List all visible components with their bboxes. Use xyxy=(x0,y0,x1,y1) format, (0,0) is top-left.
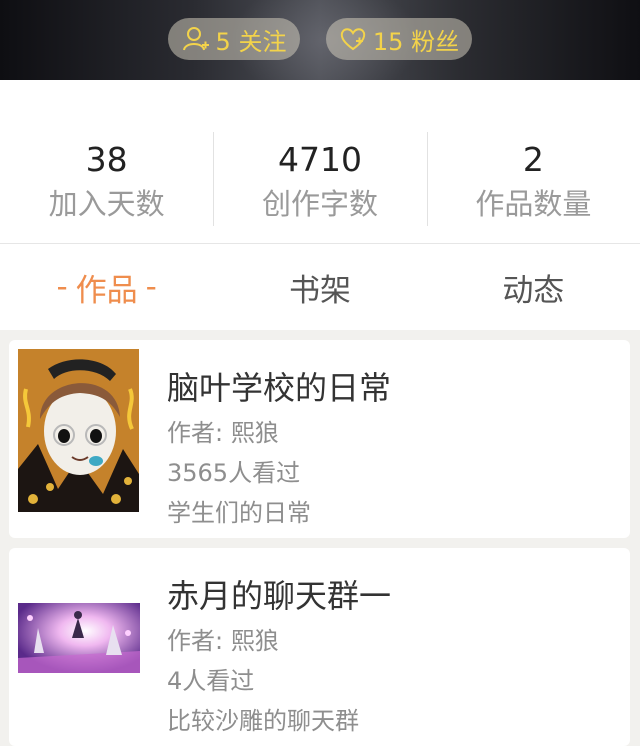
fans-button[interactable]: 15 粉丝 xyxy=(326,18,472,60)
work-card[interactable]: 脑叶学校的日常 作者: 熙狼 3565人看过 学生们的日常 xyxy=(9,340,630,538)
stat-label: 创作字数 xyxy=(261,187,378,221)
work-title[interactable]: 赤月的聊天群一 xyxy=(167,574,391,618)
stats-bar: 38 加入天数 4710 创作字数 2 作品数量 xyxy=(0,80,640,244)
work-description: 比较沙雕的聊天群 xyxy=(167,707,359,735)
stat-work-count: 2 作品数量 xyxy=(426,80,640,243)
work-info: 脑叶学校的日常 作者: 熙狼 3565人看过 学生们的日常 xyxy=(167,366,391,532)
stat-label: 加入天数 xyxy=(48,187,165,221)
profile-header: 5 关注 15 粉丝 xyxy=(0,0,640,80)
stat-value: 2 xyxy=(522,140,544,179)
work-views: 3565人看过 xyxy=(167,459,301,487)
tab-works[interactable]: - 作品 - xyxy=(0,244,213,330)
following-button[interactable]: 5 关注 xyxy=(168,18,300,60)
person-add-icon xyxy=(182,27,209,51)
stat-word-count: 4710 创作字数 xyxy=(213,80,426,243)
profile-tabs: - 作品 - 书架 动态 xyxy=(0,244,640,330)
work-author: 作者: 熙狼 xyxy=(167,627,279,655)
tab-label: 作品 xyxy=(75,272,138,309)
stat-value: 38 xyxy=(85,140,128,179)
stat-value: 4710 xyxy=(278,140,362,179)
work-title[interactable]: 脑叶学校的日常 xyxy=(167,366,391,410)
fans-count: 15 粉丝 xyxy=(372,27,460,56)
work-cover-image[interactable] xyxy=(18,603,140,673)
tab-dash-right: - xyxy=(145,269,157,305)
stat-label: 作品数量 xyxy=(475,187,592,221)
work-views: 4人看过 xyxy=(167,667,255,695)
tab-dash-left: - xyxy=(56,269,68,305)
work-description: 学生们的日常 xyxy=(167,499,311,527)
tab-bookshelf[interactable]: 书架 xyxy=(213,244,426,330)
work-author: 作者: 熙狼 xyxy=(167,419,279,447)
tab-label: 动态 xyxy=(502,272,565,309)
stat-join-days: 38 加入天数 xyxy=(0,80,213,243)
work-info: 赤月的聊天群一 作者: 熙狼 4人看过 比较沙雕的聊天群 xyxy=(167,574,391,740)
work-card[interactable]: 赤月的聊天群一 作者: 熙狼 4人看过 比较沙雕的聊天群 xyxy=(9,548,630,746)
tab-label: 书架 xyxy=(288,272,351,309)
following-count: 5 关注 xyxy=(215,27,287,56)
heart-icon xyxy=(340,28,366,51)
tab-activity[interactable]: 动态 xyxy=(427,244,640,330)
work-cover-image[interactable] xyxy=(18,349,139,512)
